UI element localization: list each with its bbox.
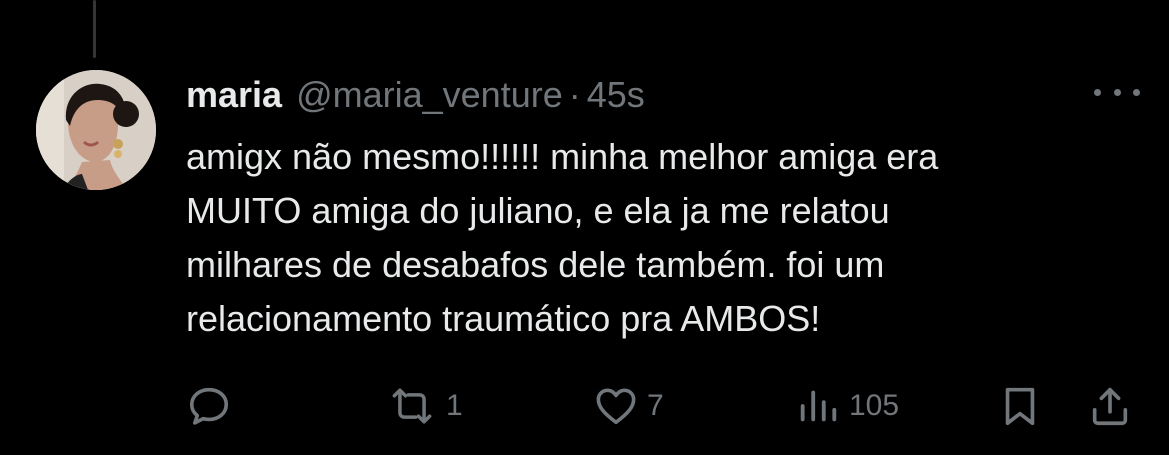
avatar-image — [36, 70, 156, 190]
user-handle[interactable]: @maria_venture — [296, 72, 563, 118]
retweet-icon — [392, 388, 432, 424]
views-button[interactable]: 105 — [795, 383, 899, 429]
more-dot — [1113, 88, 1121, 96]
tweet-actions-bar: 1 7 105 — [0, 383, 1169, 429]
tweet-header: maria @maria_venture · 45s — [186, 72, 645, 118]
views-icon — [800, 390, 837, 422]
more-dot — [1094, 88, 1101, 96]
bookmark-button[interactable] — [997, 383, 1043, 429]
more-options-icon[interactable] — [1094, 80, 1140, 104]
avatar[interactable] — [36, 70, 156, 190]
views-count: 105 — [849, 389, 900, 422]
like-button[interactable]: 7 — [593, 383, 664, 429]
timestamp[interactable]: 45s — [587, 72, 645, 118]
retweet-count: 1 — [446, 389, 463, 422]
tweet-text-line: MUITO amiga do juliano, e ela ja me rela… — [186, 190, 890, 231]
tweet-text: amigx não mesmo!!!!!! minha melhor amiga… — [186, 130, 1106, 346]
reply-button[interactable] — [186, 383, 240, 429]
more-dot — [1133, 88, 1140, 96]
share-icon — [1092, 387, 1128, 426]
display-name[interactable]: maria — [186, 72, 282, 118]
tweet-text-line: milhares de desabafos dele também. foi u… — [186, 244, 885, 285]
tweet-text-line: amigx não mesmo!!!!!! minha melhor amiga… — [186, 136, 939, 177]
reply-icon — [189, 387, 229, 425]
bookmark-icon — [1005, 387, 1035, 426]
heart-icon — [596, 388, 636, 425]
separator-dot: · — [568, 74, 581, 115]
retweet-button[interactable]: 1 — [386, 383, 463, 429]
tweet-text-line: relacionamento traumático pra AMBOS! — [186, 298, 821, 339]
thread-connector-line — [93, 0, 96, 58]
like-count: 7 — [647, 389, 664, 422]
share-button[interactable] — [1087, 383, 1133, 429]
